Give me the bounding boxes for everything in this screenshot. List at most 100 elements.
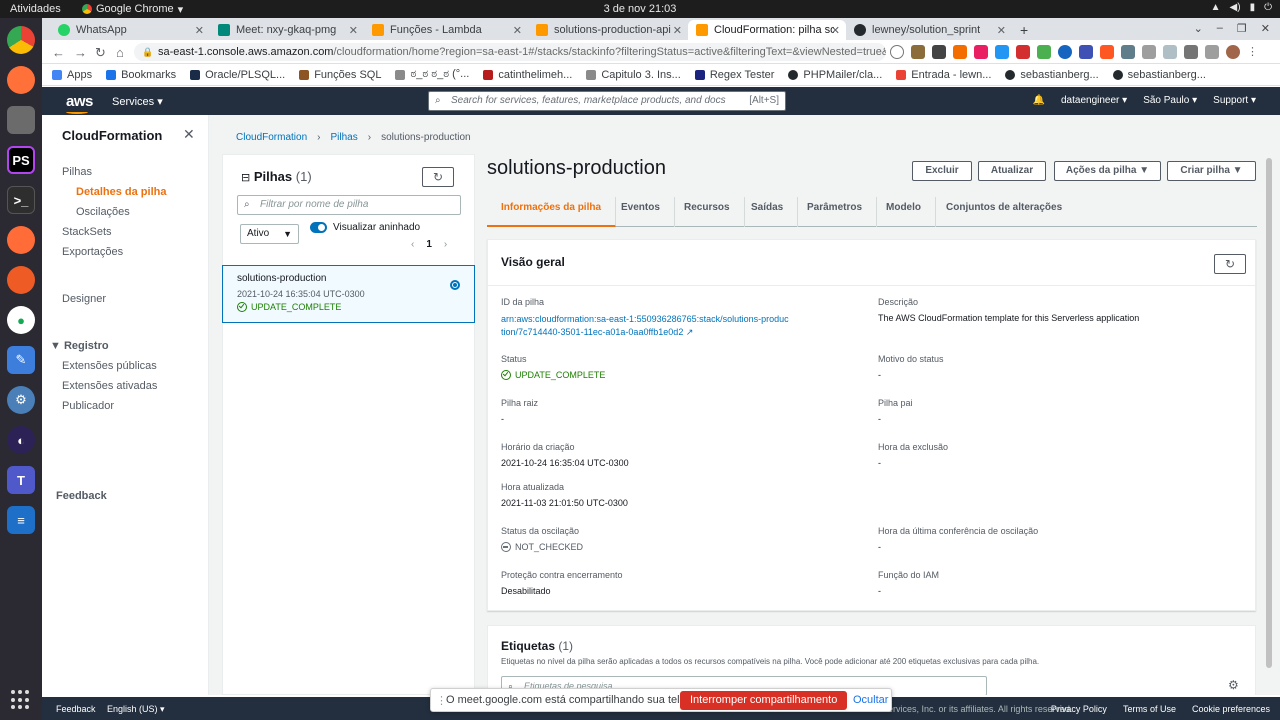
puzzle-icon[interactable]: [1205, 45, 1219, 59]
nav-item-detalhes-da-pilha[interactable]: Detalhes da pilha: [76, 186, 166, 198]
extension-icon[interactable]: [932, 45, 946, 59]
bookmark-item[interactable]: PHPMailer/cla...: [788, 69, 882, 81]
postman-icon[interactable]: [7, 226, 35, 254]
back-icon[interactable]: ←: [52, 45, 65, 60]
hide-button[interactable]: Ocultar: [853, 694, 888, 706]
close-icon[interactable]: ✕: [195, 24, 204, 37]
star-icon[interactable]: [890, 45, 904, 59]
terms-of-use-link[interactable]: Terms of Use: [1123, 704, 1176, 714]
tab-saidas[interactable]: Saídas: [737, 197, 799, 227]
create-stack-button[interactable]: Criar pilha ▼: [1167, 161, 1256, 181]
tab-conjuntos[interactable]: Conjuntos de alterações: [932, 197, 1076, 227]
scrollbar-thumb[interactable]: [1266, 158, 1272, 668]
tab-recursos[interactable]: Recursos: [670, 197, 745, 227]
extension-icon[interactable]: [1079, 45, 1093, 59]
clock[interactable]: 3 de nov 21:03: [0, 3, 1280, 15]
side-nav-title[interactable]: CloudFormation: [62, 128, 162, 143]
cookie-preferences-link[interactable]: Cookie preferences: [1192, 704, 1270, 714]
extension-icon[interactable]: [1121, 45, 1135, 59]
browser-tab[interactable]: Funções - Lambda ✕: [364, 20, 528, 40]
stack-radio[interactable]: [450, 280, 460, 290]
chevron-right-icon[interactable]: ›: [444, 239, 447, 250]
bell-icon[interactable]: 🔔: [1033, 95, 1045, 106]
collapse-icon[interactable]: ⊟: [241, 172, 250, 184]
system-tray[interactable]: ▲ ◀) ▮ ⏻: [1211, 2, 1272, 13]
stack-actions-button[interactable]: Ações da pilha ▼: [1054, 161, 1161, 181]
extension-icon[interactable]: [953, 45, 967, 59]
update-button[interactable]: Atualizar: [978, 161, 1046, 181]
chevron-down-icon[interactable]: ⌄: [1194, 22, 1203, 35]
extension-icon[interactable]: [1058, 45, 1072, 59]
document-icon[interactable]: ≡: [7, 506, 35, 534]
bookmark-item[interactable]: Oracle/PLSQL...: [190, 69, 285, 81]
home-icon[interactable]: ⌂: [116, 45, 124, 60]
bookmark-item[interactable]: Regex Tester: [694, 69, 774, 81]
tab-parametros[interactable]: Parâmetros: [793, 197, 878, 227]
gear-icon[interactable]: ⚙: [1228, 678, 1239, 692]
nav-feedback[interactable]: Feedback: [56, 490, 107, 502]
bookmark-item[interactable]: Apps: [52, 69, 92, 81]
browser-tab[interactable]: WhatsApp ✕: [50, 20, 210, 40]
app-menu[interactable]: Google Chrome ▾: [82, 3, 183, 16]
tab-eventos[interactable]: Eventos: [607, 197, 675, 227]
app-grid-icon[interactable]: [11, 690, 31, 710]
browser-tab-active[interactable]: CloudFormation: pilha so ✕: [688, 20, 846, 40]
services-menu[interactable]: Services ▾: [112, 95, 163, 108]
bookmark-item[interactable]: catinthelimeh...: [483, 69, 572, 81]
reload-icon[interactable]: ↻: [95, 45, 106, 61]
extension-icon[interactable]: [1037, 45, 1051, 59]
new-tab-button[interactable]: +: [1012, 20, 1036, 40]
maximize-icon[interactable]: ❐: [1237, 22, 1247, 35]
mongodb-icon[interactable]: ●: [7, 306, 35, 334]
region-menu[interactable]: São Paulo ▾: [1143, 95, 1197, 106]
bookmark-item[interactable]: Capitulo 3. Ins...: [586, 69, 681, 81]
nav-item-extensoes-ativadas[interactable]: Extensões ativadas: [62, 380, 157, 392]
bookmark-item[interactable]: Entrada - lewn...: [896, 69, 991, 81]
bookmark-item[interactable]: sebastianberg...: [1005, 69, 1099, 81]
refresh-button[interactable]: ↻: [422, 167, 454, 187]
extension-icon[interactable]: [911, 45, 925, 59]
status-filter-select[interactable]: Ativo ▼: [240, 224, 299, 244]
extension-icon[interactable]: [974, 45, 988, 59]
stop-sharing-button[interactable]: Interromper compartilhamento: [680, 691, 848, 710]
minimize-icon[interactable]: –: [1217, 22, 1223, 35]
browser-tab[interactable]: solutions-production-api ✕: [528, 20, 688, 40]
aws-search-input[interactable]: ⌕ Search for services, features, marketp…: [428, 91, 786, 111]
bookmark-item[interactable]: Bookmarks: [106, 69, 176, 81]
nav-item-oscilacoes[interactable]: Oscilações: [76, 206, 130, 218]
firefox-icon[interactable]: [7, 66, 35, 94]
extension-icon[interactable]: [1100, 45, 1114, 59]
chevron-left-icon[interactable]: ‹: [411, 239, 414, 250]
text-editor-icon[interactable]: ✎: [7, 346, 35, 374]
account-menu[interactable]: dataengineer ▾: [1061, 95, 1127, 106]
phpstorm-icon[interactable]: PS: [7, 146, 35, 174]
close-window-icon[interactable]: ✕: [1261, 22, 1270, 35]
settings-icon[interactable]: ⚙: [7, 386, 35, 414]
address-bar[interactable]: 🔒 sa-east-1.console.aws.amazon.com/cloud…: [134, 43, 886, 61]
extension-icon[interactable]: [1016, 45, 1030, 59]
close-icon[interactable]: ✕: [183, 126, 195, 143]
close-icon[interactable]: ✕: [997, 24, 1006, 37]
privacy-policy-link[interactable]: Privacy Policy: [1051, 704, 1107, 714]
close-icon[interactable]: ✕: [673, 24, 682, 37]
close-icon[interactable]: ✕: [831, 24, 840, 37]
chrome-dock-icon[interactable]: [7, 26, 35, 54]
nav-item-publicador[interactable]: Publicador: [62, 400, 114, 412]
close-icon[interactable]: ✕: [513, 24, 522, 37]
bookmark-item[interactable]: ಠ_ಠ ಠ_ಠ (°...: [395, 68, 469, 81]
extension-icon[interactable]: [1163, 45, 1177, 59]
nav-item-pilhas[interactable]: Pilhas: [62, 166, 92, 178]
stack-id-link[interactable]: arn:aws:cloudformation:sa-east-1:5509362…: [501, 313, 791, 339]
tab-informacoes[interactable]: Informações da pilha: [487, 197, 617, 227]
nav-item-extensoes-publicas[interactable]: Extensões públicas: [62, 360, 157, 372]
breadcrumb-pilhas[interactable]: Pilhas: [331, 132, 358, 143]
teams-icon[interactable]: T: [7, 466, 35, 494]
nav-item-exportacoes[interactable]: Exportações: [62, 246, 123, 258]
aws-logo[interactable]: aws: [66, 93, 93, 114]
eclipse-icon[interactable]: ◐: [7, 426, 35, 454]
avatar[interactable]: [1226, 45, 1240, 59]
footer-feedback-link[interactable]: Feedback: [56, 704, 96, 714]
delete-button[interactable]: Excluir: [912, 161, 972, 181]
support-menu[interactable]: Support ▾: [1213, 95, 1256, 106]
breadcrumb-cloudformation[interactable]: CloudFormation: [236, 132, 307, 143]
